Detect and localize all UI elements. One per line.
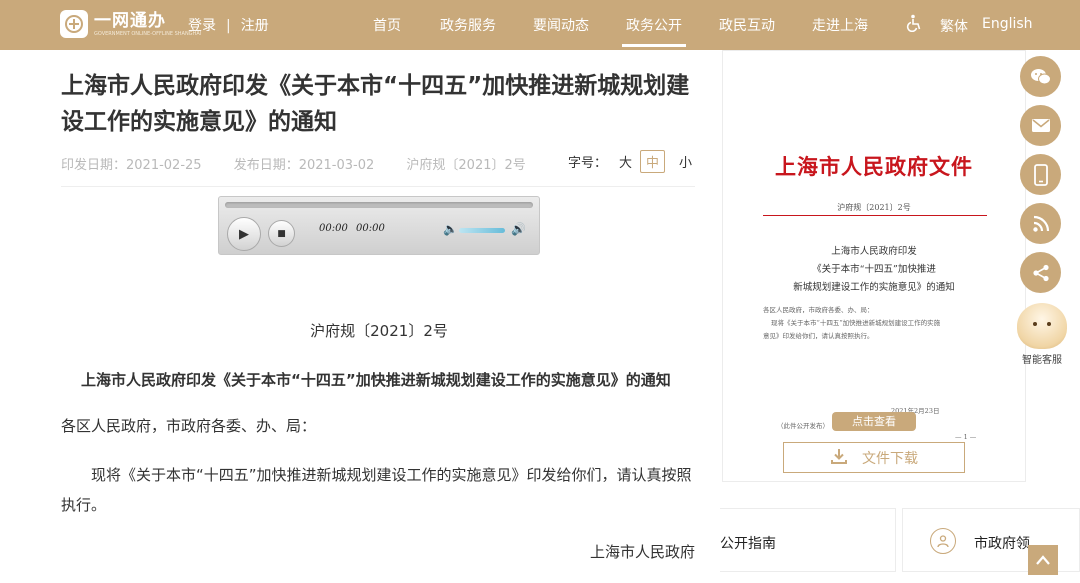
rss-icon bbox=[1032, 215, 1049, 232]
assistant-avatar-icon bbox=[1017, 303, 1067, 349]
back-to-top-button[interactable] bbox=[1028, 545, 1058, 575]
chevron-up-icon bbox=[1036, 555, 1050, 565]
preview-sub-line3: 新城规划建设工作的实施意见》的通知 bbox=[793, 282, 955, 293]
meta-divider bbox=[61, 186, 695, 187]
play-icon: ▶ bbox=[239, 226, 249, 242]
preview-page-mark: — 1 — bbox=[955, 433, 977, 441]
download-label: 文件下载 bbox=[862, 450, 918, 467]
article-meta: 印发日期：2021-02-25 发布日期：2021-03-02 沪府规〔2021… bbox=[61, 154, 554, 173]
nav-home[interactable]: 首页 bbox=[373, 15, 401, 35]
article-title: 上海市人民政府印发《关于本市“十四五”加快推进新城规划建设工作的实施意见》的通知 bbox=[61, 73, 690, 135]
preview-sub-line2: 《关于本市“十四五”加快推进 bbox=[812, 264, 936, 275]
auth-separator: | bbox=[226, 18, 231, 34]
preview-small-line2: 现将《关于本市“十四五”加快推进新城规划建设工作的实施 bbox=[771, 319, 941, 327]
preview-red-line bbox=[763, 215, 987, 216]
font-size-switcher: 字号： 大 中 小 bbox=[568, 150, 692, 173]
signature: 上海市人民政府 bbox=[590, 543, 696, 561]
logo-subtext: GOVERNMENT ONLINE-OFFLINE SHANGHAI bbox=[94, 30, 202, 37]
traditional-chinese-link[interactable]: 繁体 bbox=[940, 16, 968, 36]
nav-gov-services[interactable]: 政务服务 bbox=[440, 15, 496, 35]
total-time: 00:00 bbox=[356, 223, 385, 234]
current-time: 00:00 bbox=[319, 223, 348, 234]
font-size-small[interactable]: 小 bbox=[679, 152, 692, 171]
volume-slider[interactable] bbox=[459, 228, 505, 233]
preview-small-note: （此件公开发布） bbox=[777, 422, 829, 430]
mail-button[interactable] bbox=[1020, 105, 1061, 146]
assistant-label: 智能客服 bbox=[1022, 355, 1062, 366]
share-icon bbox=[1032, 264, 1049, 281]
auth-links: 登录 | 注册 bbox=[188, 15, 269, 35]
nav-about-shanghai[interactable]: 走进上海 bbox=[812, 15, 868, 35]
nav-gov-disclosure[interactable]: 政务公开 bbox=[622, 15, 686, 47]
top-header: 一网通办 GOVERNMENT ONLINE-OFFLINE SHANGHAI … bbox=[0, 0, 1080, 50]
preview-small-line1: 各区人民政府，市政府各委、办、局： bbox=[763, 306, 874, 314]
share-button[interactable] bbox=[1020, 252, 1061, 293]
body-paragraph: 现将《关于本市“十四五”加快推进新城规划建设工作的实施意见》印发给你们，请认真按… bbox=[61, 466, 692, 514]
smart-assistant[interactable]: 智能客服 bbox=[1014, 303, 1070, 366]
print-date: 印发日期：2021-02-25 bbox=[61, 158, 202, 173]
leader-icon bbox=[930, 528, 956, 554]
logo-mark-icon bbox=[60, 10, 88, 38]
site-logo[interactable]: 一网通办 GOVERNMENT ONLINE-OFFLINE SHANGHAI bbox=[60, 10, 201, 38]
rss-button[interactable] bbox=[1020, 203, 1061, 244]
login-link[interactable]: 登录 bbox=[188, 18, 216, 34]
publish-date: 发布日期：2021-03-02 bbox=[233, 158, 375, 173]
view-document-button[interactable]: 点击查看 bbox=[832, 412, 916, 431]
logo-text: 一网通办 bbox=[94, 10, 166, 31]
preview-doc-no: 沪府规〔2021〕2号 bbox=[837, 203, 911, 212]
preview-small-line3: 意见》印发给你们，请认真按照执行。 bbox=[763, 332, 874, 340]
nav-interaction[interactable]: 政民互动 bbox=[719, 15, 775, 35]
mail-icon bbox=[1031, 119, 1050, 132]
card-gov-leaders-label: 市政府领 bbox=[974, 536, 1030, 552]
body-doc-number: 沪府规〔2021〕2号 bbox=[310, 322, 448, 340]
wheelchair-icon[interactable] bbox=[906, 14, 922, 36]
card-disclosure-guide[interactable]: 公开指南 bbox=[720, 508, 896, 572]
wechat-icon bbox=[1030, 68, 1051, 84]
download-icon bbox=[830, 447, 848, 469]
font-size-label: 字号： bbox=[568, 156, 608, 171]
stop-button[interactable]: ■ bbox=[268, 220, 295, 247]
card-disclosure-guide-label: 公开指南 bbox=[720, 536, 776, 552]
bottom-link-cards: 公开指南 市政府领 bbox=[720, 508, 1080, 572]
body-heading: 上海市人民政府印发《关于本市“十四五”加快推进新城规划建设工作的实施意见》的通知 bbox=[81, 371, 671, 389]
wechat-button[interactable] bbox=[1020, 56, 1061, 97]
volume-max-icon[interactable]: 🔊 bbox=[511, 222, 526, 236]
document-preview: 上海市人民政府文件 沪府规〔2021〕2号 上海市人民政府印发 《关于本市“十四… bbox=[722, 50, 1026, 482]
nav-news[interactable]: 要闻动态 bbox=[533, 15, 589, 35]
volume-mute-icon[interactable]: 🔈 bbox=[443, 222, 458, 236]
preview-sub-line1: 上海市人民政府印发 bbox=[831, 246, 917, 257]
font-size-medium[interactable]: 中 bbox=[640, 150, 666, 173]
english-link[interactable]: English bbox=[982, 16, 1033, 32]
register-link[interactable]: 注册 bbox=[241, 18, 269, 34]
salutation: 各区人民政府，市政府各委、办、局： bbox=[61, 417, 317, 435]
mobile-icon bbox=[1033, 163, 1048, 186]
mobile-button[interactable] bbox=[1020, 154, 1061, 195]
audio-progress-bar[interactable] bbox=[225, 202, 533, 208]
audio-player: ▶ ■ 00:00 00:00 🔈 🔊 bbox=[218, 196, 540, 255]
preview-doc-title: 上海市人民政府文件 bbox=[775, 154, 973, 179]
download-file-button[interactable]: 文件下载 bbox=[783, 442, 965, 473]
doc-number: 沪府规〔2021〕2号 bbox=[406, 158, 526, 173]
play-button[interactable]: ▶ bbox=[227, 217, 261, 251]
font-size-large[interactable]: 大 bbox=[619, 152, 632, 171]
stop-icon: ■ bbox=[277, 228, 286, 239]
